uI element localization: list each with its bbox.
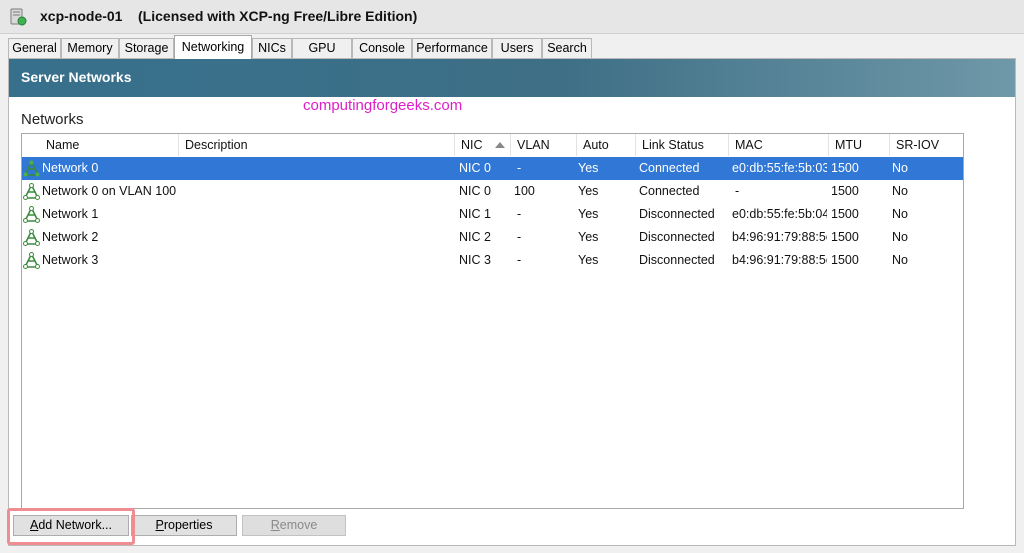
networking-panel: Server Networks computingforgeeks.com Ne… <box>8 58 1016 546</box>
network-mtu: 1500 <box>831 253 859 267</box>
network-name: Network 2 <box>42 230 99 244</box>
column-header-vlan[interactable]: VLAN <box>511 134 577 156</box>
tab-console[interactable]: Console <box>352 38 412 58</box>
network-mtu: 1500 <box>831 184 859 198</box>
tab-memory[interactable]: Memory <box>61 38 119 58</box>
network-link-status: Disconnected <box>639 230 715 244</box>
network-auto: Yes <box>578 230 599 244</box>
network-mtu: 1500 <box>831 161 859 175</box>
properties-button[interactable]: Properties <box>131 515 237 536</box>
tab-nics[interactable]: NICs <box>252 38 292 58</box>
network-mtu: 1500 <box>831 230 859 244</box>
table-row[interactable]: Network 0 on VLAN 100 NIC 0 100 Yes Conn… <box>22 180 963 203</box>
network-nic: NIC 2 <box>459 230 491 244</box>
network-name: Network 1 <box>42 207 99 221</box>
network-nic: NIC 1 <box>459 207 491 221</box>
network-icon <box>23 252 40 269</box>
column-header-description[interactable]: Description <box>179 134 455 156</box>
tab-users[interactable]: Users <box>492 38 542 58</box>
network-sr-iov: No <box>892 161 908 175</box>
network-sr-iov: No <box>892 230 908 244</box>
column-header-auto[interactable]: Auto <box>577 134 636 156</box>
tab-performance[interactable]: Performance <box>412 38 492 58</box>
network-description <box>185 157 453 180</box>
network-mac: e0:db:55:fe:5b:04 <box>732 207 827 221</box>
network-icon <box>23 160 40 177</box>
network-vlan: - <box>517 253 522 267</box>
window-title: xcp-node-01 (Licensed with XCP-ng Free/L… <box>40 8 418 24</box>
network-sr-iov: No <box>892 184 908 198</box>
network-vlan: - <box>517 207 522 221</box>
network-vlan: 100 <box>514 184 535 198</box>
network-auto: Yes <box>578 207 599 221</box>
remove-button[interactable]: Remove <box>242 515 346 536</box>
networks-heading: Networks <box>21 111 84 128</box>
column-header-mac[interactable]: MAC <box>729 134 829 156</box>
network-link-status: Disconnected <box>639 207 715 221</box>
table-row[interactable]: Network 2 NIC 2 - Yes Disconnected b4:96… <box>22 226 963 249</box>
network-link-status: Disconnected <box>639 253 715 267</box>
network-sr-iov: No <box>892 253 908 267</box>
network-mac: - <box>735 184 740 198</box>
network-mac: b4:96:91:79:88:5e <box>732 253 827 267</box>
sort-ascending-icon <box>495 142 505 148</box>
network-description <box>185 180 453 203</box>
network-auto: Yes <box>578 161 599 175</box>
table-row[interactable]: Network 1 NIC 1 - Yes Disconnected e0:db… <box>22 203 963 226</box>
network-icon <box>23 229 40 246</box>
network-description <box>185 249 453 272</box>
network-description <box>185 203 453 226</box>
window-title-bar: xcp-node-01 (Licensed with XCP-ng Free/L… <box>0 0 1024 34</box>
tab-general[interactable]: General <box>8 38 61 58</box>
table-row[interactable]: Network 0 NIC 0 - Yes Connected e0:db:55… <box>22 157 963 180</box>
column-header-link-status[interactable]: Link Status <box>636 134 729 156</box>
column-header-nic-label: NIC <box>461 138 483 152</box>
network-mac: b4:96:91:79:88:5c <box>732 230 827 244</box>
network-icon <box>23 206 40 223</box>
column-header-name[interactable]: Name <box>22 134 179 156</box>
tab-networking[interactable]: Networking <box>174 35 252 59</box>
network-vlan: - <box>517 161 522 175</box>
highlight-box <box>7 508 135 545</box>
remove-label: emove <box>279 518 318 532</box>
tab-storage[interactable]: Storage <box>119 38 174 58</box>
network-mac: e0:db:55:fe:5b:03 <box>732 161 827 175</box>
watermark-text: computingforgeeks.com <box>303 97 463 114</box>
network-vlan: - <box>517 230 522 244</box>
network-mtu: 1500 <box>831 207 859 221</box>
network-nic: NIC 0 <box>459 161 491 175</box>
network-sr-iov: No <box>892 207 908 221</box>
server-icon <box>10 8 27 26</box>
tab-search[interactable]: Search <box>542 38 592 58</box>
network-auto: Yes <box>578 253 599 267</box>
table-row[interactable]: Network 3 NIC 3 - Yes Disconnected b4:96… <box>22 249 963 272</box>
server-networks-banner: Server Networks <box>9 59 1015 97</box>
remove-mnemonic: R <box>270 518 280 532</box>
network-name: Network 0 <box>42 161 99 175</box>
tab-gpu[interactable]: GPU <box>292 38 352 58</box>
properties-mnemonic: P <box>155 518 164 532</box>
properties-label: roperties <box>163 518 213 532</box>
network-name: Network 3 <box>42 253 99 267</box>
network-nic: NIC 0 <box>459 184 491 198</box>
banner-title: Server Networks <box>21 69 132 85</box>
network-link-status: Connected <box>639 161 700 175</box>
network-nic: NIC 3 <box>459 253 491 267</box>
network-description <box>185 226 453 249</box>
network-link-status: Connected <box>639 184 700 198</box>
network-icon <box>23 183 40 200</box>
networks-table[interactable]: Name Description NIC VLAN Auto Link Stat… <box>21 133 964 509</box>
network-name: Network 0 on VLAN 100 <box>42 184 177 198</box>
column-header-sr-iov[interactable]: SR-IOV <box>890 134 963 156</box>
column-header-mtu[interactable]: MTU <box>829 134 890 156</box>
network-auto: Yes <box>578 184 599 198</box>
column-header-nic[interactable]: NIC <box>455 134 511 156</box>
